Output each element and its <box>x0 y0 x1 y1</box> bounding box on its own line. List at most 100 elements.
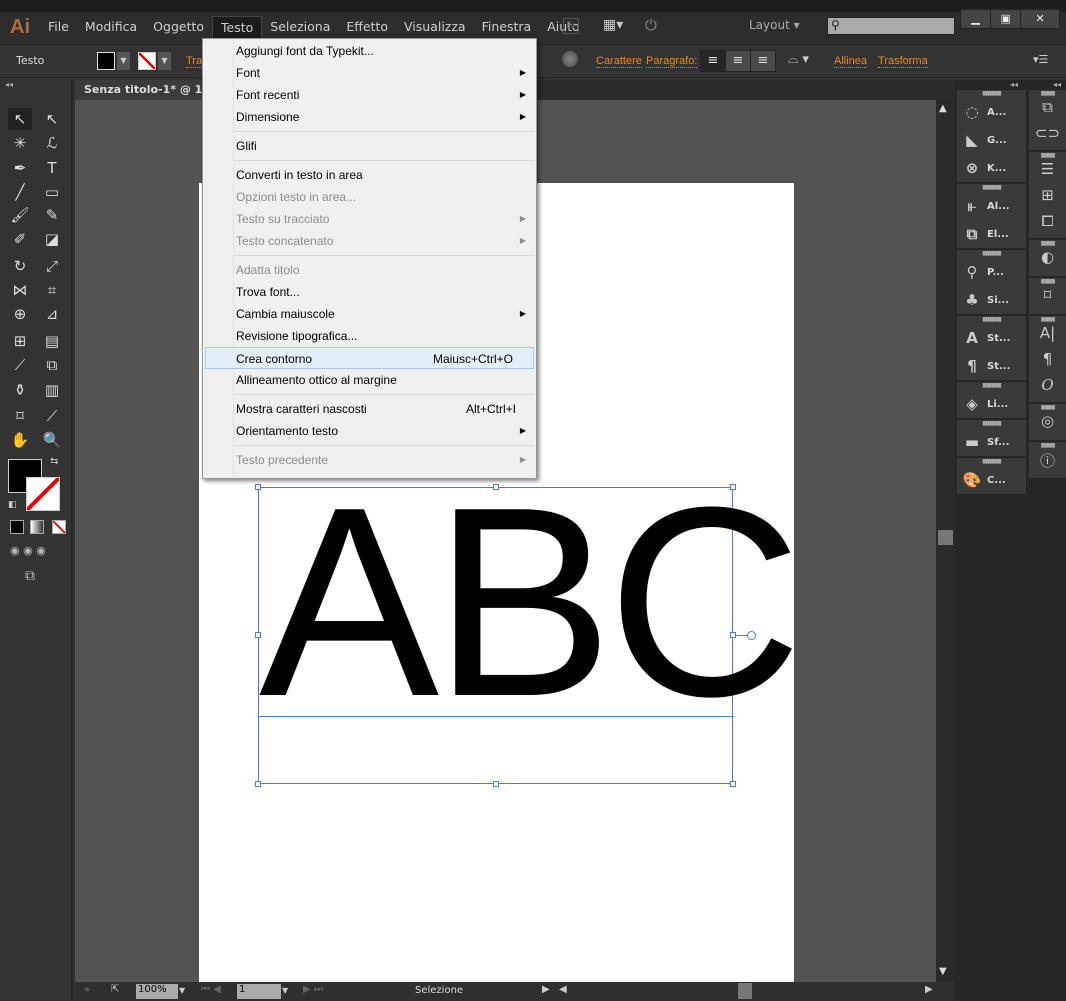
panel-links[interactable]: ⧉ El... <box>957 220 1026 248</box>
minimize-button[interactable]: ▁ <box>961 10 992 28</box>
next-page-icon[interactable]: ▶ ⏭ <box>303 984 323 995</box>
none-mode-icon[interactable] <box>52 520 66 534</box>
close-button[interactable]: ✕ <box>1021 10 1059 28</box>
gradient-tool-icon[interactable]: ▤ <box>40 330 64 352</box>
menu-item[interactable]: Dimensione ▶ <box>203 106 536 128</box>
resize-handle[interactable] <box>493 781 499 787</box>
stroke-swatch[interactable] <box>138 52 156 70</box>
allinea-link[interactable]: Allinea <box>834 55 868 68</box>
panel-paragraph-styles[interactable]: ¶ St... <box>957 352 1026 380</box>
panel-gradient[interactable]: ◣ G... <box>957 126 1026 154</box>
menu-testo[interactable]: Testo <box>212 16 263 38</box>
opentype-icon[interactable]: O <box>1029 376 1066 402</box>
menu-item[interactable]: Cambia maiuscole ▶ <box>203 303 536 325</box>
first-page-icon[interactable]: ⏮ ◀ <box>201 984 221 995</box>
draw-modes-icon[interactable]: ◉ ◉ ◉ <box>10 544 46 557</box>
recolor-icon[interactable] <box>562 51 578 67</box>
align-left-button[interactable]: ≡ <box>701 51 725 71</box>
blob-brush-icon[interactable]: ✐ <box>8 228 32 250</box>
pathfinder-icon[interactable]: ◐ <box>1029 248 1066 276</box>
panel-brushes[interactable]: ⚲ P... <box>957 258 1026 286</box>
collapse-dock-icon[interactable]: ◂◂ <box>1053 80 1061 89</box>
scroll-right-icon[interactable]: ▶ <box>925 984 933 995</box>
current-tool-status[interactable]: Selezione <box>415 985 463 996</box>
resize-handle[interactable] <box>255 484 261 490</box>
zoom-tool-icon[interactable]: 🔍 <box>40 429 64 451</box>
pen-tool-icon[interactable]: ✒ <box>8 157 32 179</box>
arrange-documents-icon[interactable]: ▦▾ <box>603 17 623 33</box>
panel-symbols[interactable]: ♣ Si... <box>957 286 1026 314</box>
align-right-button[interactable]: ≡ <box>750 51 775 71</box>
search-input[interactable]: ⚲ <box>827 17 955 35</box>
paragrafo-link[interactable]: Paragrafo: <box>646 55 698 68</box>
panel-align[interactable]: ⫦ Al... <box>957 192 1026 220</box>
free-transform-icon[interactable]: ⌗ <box>40 279 64 301</box>
screen-mode-icon[interactable]: ⧉ <box>25 568 35 584</box>
panel-gradient-swatch[interactable]: ▬ Sf... <box>957 428 1026 456</box>
paragraph-icon[interactable]: ¶ <box>1029 350 1066 376</box>
swap-colors-icon[interactable]: ⇆ <box>50 456 58 467</box>
resize-handle[interactable] <box>493 484 499 490</box>
graphic-styles-icon[interactable]: ◎ <box>1029 412 1066 440</box>
scale-tool-icon[interactable]: ⤢ <box>40 255 64 277</box>
hand-tool-icon[interactable]: ✋ <box>8 429 32 451</box>
transform-box-icon[interactable]: ⌑ <box>1029 286 1066 314</box>
menu-visualizza[interactable]: Visualizza <box>396 16 474 38</box>
menu-item[interactable]: Orientamento testo ▶ <box>203 420 536 442</box>
page-dropdown[interactable]: ▼ <box>282 986 288 995</box>
menu-item[interactable]: Allineamento ottico al margine <box>203 369 536 391</box>
stroke-dropdown[interactable]: ▼ <box>158 52 171 70</box>
horizontal-scroll-thumb[interactable] <box>738 983 752 999</box>
column-graph-icon[interactable]: ▥ <box>40 379 64 401</box>
eraser-icon[interactable]: ◪ <box>40 228 64 250</box>
workspace-switcher[interactable]: Layout ▾ <box>749 18 800 32</box>
paintbrush-icon[interactable]: 🖌 <box>8 204 32 226</box>
mesh-tool-icon[interactable]: ⊞ <box>8 330 32 352</box>
direct-selection-tool-icon[interactable]: ↖ <box>40 108 64 130</box>
type-tool-icon[interactable]: T <box>40 157 64 179</box>
shape-builder-icon[interactable]: ⊕ <box>8 303 32 325</box>
line-tool-icon[interactable]: ╱ <box>8 181 32 203</box>
stroke-color-swatch[interactable] <box>26 477 60 511</box>
carattere-link[interactable]: Carattere <box>596 55 642 68</box>
panel-libraries[interactable]: ⊗ K... <box>957 154 1026 182</box>
menu-modifica[interactable]: Modifica <box>77 16 145 38</box>
fill-swatch[interactable] <box>97 52 115 70</box>
text-bounding-box[interactable]: ABC <box>255 468 802 787</box>
perspective-grid-icon[interactable]: ⊿ <box>40 303 64 325</box>
collapse-icon[interactable]: ◂◂ <box>5 80 13 89</box>
color-mode-icon[interactable] <box>10 520 24 534</box>
sync-icon[interactable]: ⏻ <box>645 16 657 34</box>
default-colors-icon[interactable]: ◧ <box>8 500 17 510</box>
stroke-icon[interactable]: ☰ <box>1029 160 1066 186</box>
menu-item[interactable]: Mostra caratteri nascosti Alt+Ctrl+I <box>203 398 536 420</box>
panel-color[interactable]: 🎨 C... <box>957 466 1026 494</box>
menu-effetto[interactable]: Effetto <box>338 16 396 38</box>
zoom-dropdown[interactable]: ▼ <box>179 986 185 995</box>
menu-item[interactable]: Trova font... <box>203 281 536 303</box>
gradient-mode-icon[interactable] <box>30 520 44 534</box>
resize-handle[interactable] <box>255 632 261 638</box>
menu-item[interactable]: Crea contorno Maiusc+Ctrl+O <box>205 347 534 369</box>
trasforma-link[interactable]: Trasforma <box>878 55 928 68</box>
resize-handle[interactable] <box>255 781 261 787</box>
scroll-thumb[interactable] <box>938 530 953 545</box>
vertical-scrollbar[interactable]: ▲ ▼ <box>936 100 955 982</box>
text-thread-port[interactable] <box>747 631 756 640</box>
menu-item[interactable]: Aggiungi font da Typekit... <box>203 40 536 62</box>
panel-appearance[interactable]: ◌ A... <box>957 98 1026 126</box>
selection-tool-icon[interactable]: ↖ <box>8 108 32 130</box>
panel-menu-icon[interactable]: ▾☰ <box>1033 53 1048 66</box>
magic-wand-icon[interactable]: ✳ <box>8 132 32 154</box>
menu-oggetto[interactable]: Oggetto <box>145 16 212 38</box>
panel-character-styles[interactable]: A St... <box>957 324 1026 352</box>
maximize-button[interactable]: ▣ <box>991 10 1022 28</box>
menu-item[interactable]: Font recenti ▶ <box>203 84 536 106</box>
panel-layers[interactable]: ◈ Li... <box>957 390 1026 418</box>
menu-item[interactable]: Font ▶ <box>203 62 536 84</box>
eyedropper-icon[interactable]: ⟋ <box>8 354 32 376</box>
warp-icon[interactable]: ⌓ ▾ <box>788 52 809 67</box>
menu-seleziona[interactable]: Seleziona <box>262 16 338 38</box>
menu-item[interactable]: Revisione tipografica... <box>203 325 536 347</box>
character-icon[interactable]: A| <box>1029 324 1066 350</box>
